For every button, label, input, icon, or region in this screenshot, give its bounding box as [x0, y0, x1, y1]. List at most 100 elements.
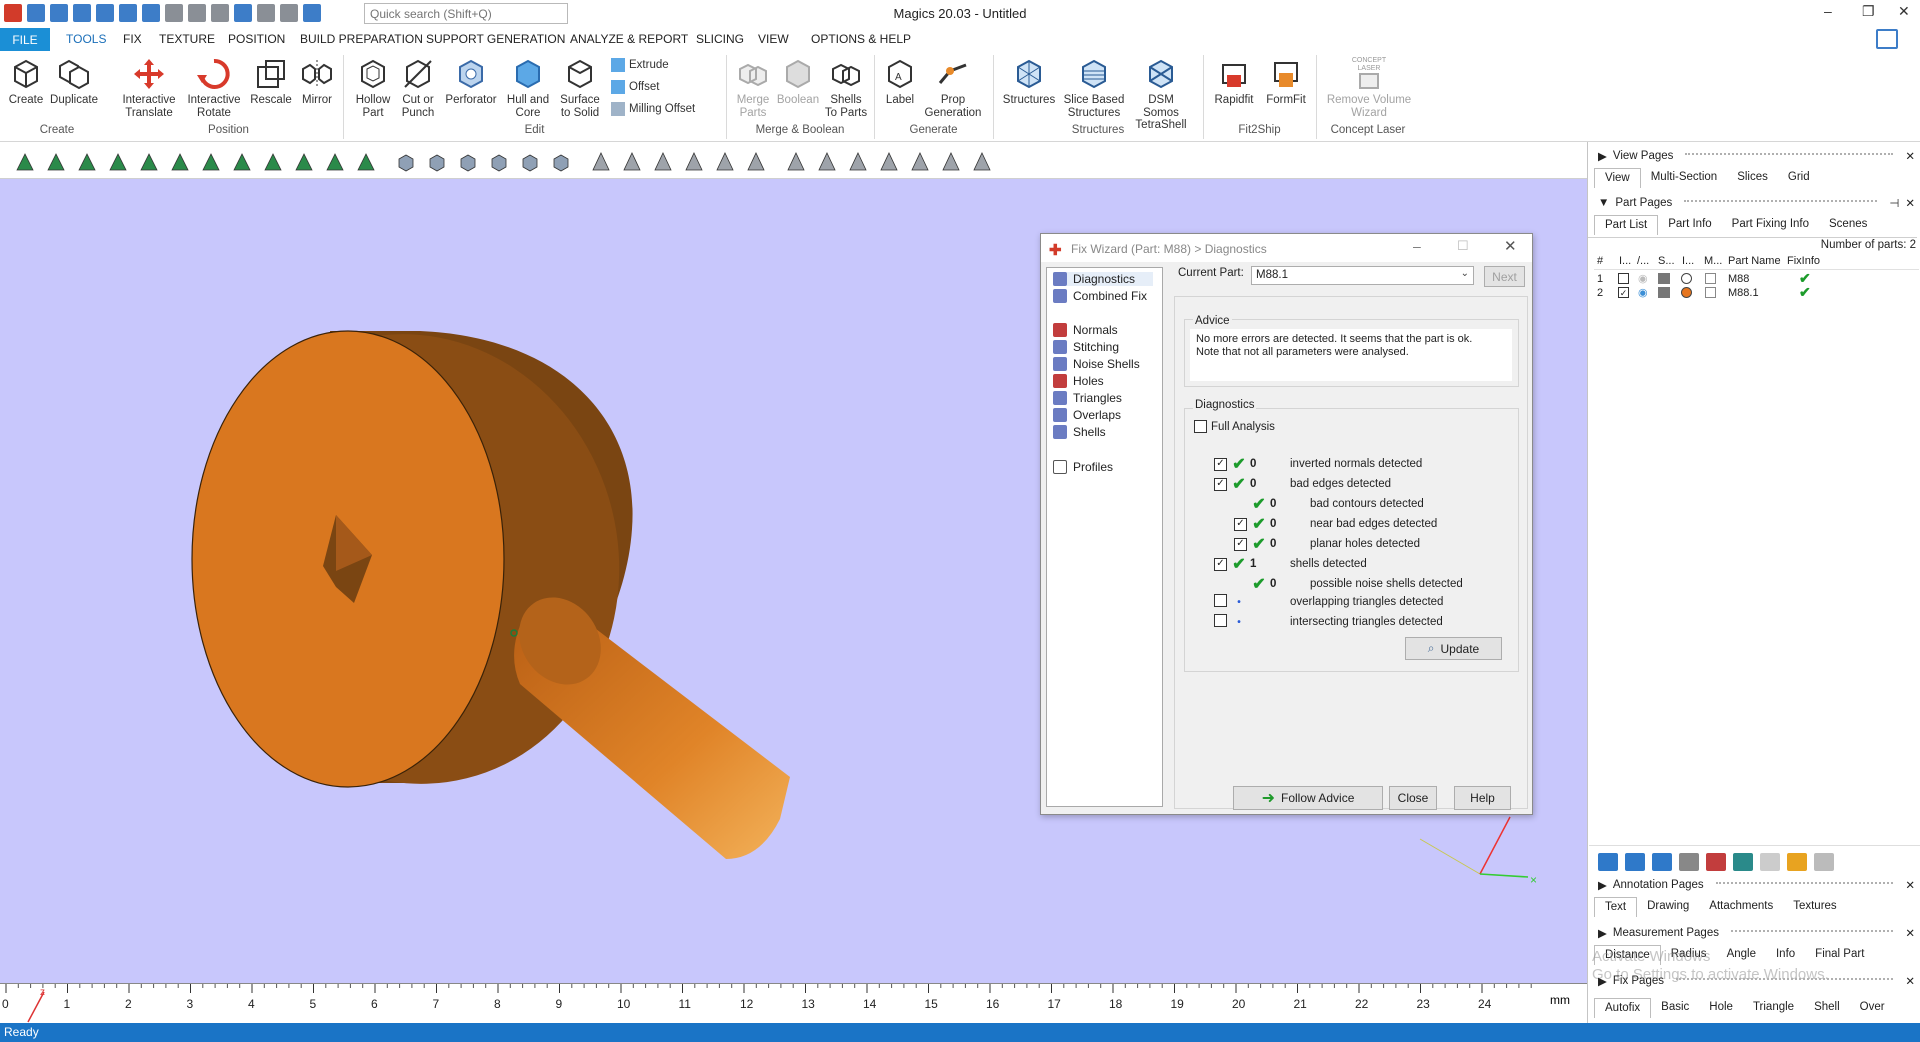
- view-pages-header[interactable]: ▶ View Pages ✕: [1588, 146, 1920, 166]
- help-button[interactable]: Help: [1454, 786, 1511, 810]
- mark-all-icon[interactable]: [745, 151, 767, 173]
- part-color-swatch[interactable]: [1681, 287, 1692, 298]
- minimize-icon[interactable]: –: [1824, 3, 1832, 19]
- select-plane-icon[interactable]: [45, 151, 67, 173]
- nav-shells[interactable]: Shells: [1053, 425, 1106, 439]
- next-button[interactable]: Next: [1484, 266, 1525, 287]
- tab-part-info[interactable]: Part Info: [1658, 215, 1721, 235]
- color-part-icon[interactable]: [1814, 853, 1834, 871]
- diagnostic-checkbox[interactable]: ✓: [1234, 537, 1247, 551]
- update-button[interactable]: ⌕ Update: [1405, 637, 1502, 660]
- col-visible[interactable]: /...: [1637, 255, 1649, 267]
- material-icon[interactable]: [1705, 287, 1716, 298]
- mirror-button[interactable]: Mirror: [297, 57, 337, 107]
- select-shell-icon[interactable]: [107, 151, 129, 173]
- formfit-button[interactable]: FormFit: [1262, 57, 1310, 107]
- menu-view[interactable]: VIEW: [758, 32, 789, 46]
- tab-basic[interactable]: Basic: [1651, 998, 1699, 1018]
- menu-fix[interactable]: FIX: [123, 32, 142, 46]
- prop-generation-button[interactable]: Prop Generation: [922, 57, 984, 119]
- perforator-button[interactable]: Perforator: [443, 57, 499, 107]
- tab-autofix[interactable]: Autofix: [1594, 998, 1652, 1018]
- view-back-icon[interactable]: [426, 151, 448, 173]
- interactive-rotate-button[interactable]: Interactive Rotate: [183, 57, 245, 119]
- select-surface-icon[interactable]: [76, 151, 98, 173]
- col-shading[interactable]: S...: [1658, 255, 1675, 267]
- select-triangle-icon[interactable]: [14, 151, 36, 173]
- fix-pages-header[interactable]: ▶ Fix Pages ✕: [1588, 971, 1920, 991]
- remove-volume-wizard-button[interactable]: CONCEPT LASER Remove Volume Wizard: [1324, 57, 1414, 119]
- scene-icon[interactable]: [1652, 853, 1672, 871]
- tab-attachments[interactable]: Attachments: [1699, 897, 1783, 917]
- mark-parts-icon[interactable]: [1625, 853, 1645, 871]
- shells-to-parts-button[interactable]: Shells To Parts: [823, 57, 869, 119]
- nav-overlaps[interactable]: Overlaps: [1053, 408, 1121, 422]
- include-checkbox[interactable]: [1618, 273, 1629, 284]
- rapidfit-button[interactable]: Rapidfit: [1210, 57, 1258, 107]
- pin-icon[interactable]: ⊣: [1889, 196, 1899, 210]
- duplicate-button[interactable]: Duplicate: [48, 57, 100, 107]
- hide-marked-icon[interactable]: [940, 151, 962, 173]
- structures-button[interactable]: Structures: [1000, 57, 1058, 107]
- part-pages-header[interactable]: ▼ Part Pages ⊣ ✕: [1588, 193, 1920, 213]
- mark-triangle-icon[interactable]: [590, 151, 612, 173]
- ribbon-display-icon[interactable]: [1876, 29, 1898, 49]
- tab-shell[interactable]: Shell: [1804, 998, 1850, 1018]
- restore-icon[interactable]: ❐: [1862, 3, 1875, 20]
- shading-icon[interactable]: [1658, 287, 1670, 298]
- menu-position[interactable]: POSITION: [228, 32, 285, 46]
- move-to-scene-icon[interactable]: [1733, 853, 1753, 871]
- close-pane-icon[interactable]: ✕: [1905, 196, 1920, 210]
- menu-options-help[interactable]: OPTIONS & HELP: [811, 32, 911, 46]
- col-info[interactable]: I...: [1682, 255, 1694, 267]
- view-left-icon[interactable]: [519, 151, 541, 173]
- col-material[interactable]: M...: [1704, 255, 1722, 267]
- slice-based-structures-button[interactable]: Slice Based Structures: [1062, 57, 1126, 119]
- mark-plane-icon[interactable]: [621, 151, 643, 173]
- grow-marking-icon[interactable]: [816, 151, 838, 173]
- col-include[interactable]: I...: [1619, 255, 1631, 267]
- nav-diagnostics[interactable]: Diagnostics: [1053, 272, 1153, 286]
- menu-analyze-report[interactable]: ANALYZE & REPORT: [570, 32, 688, 46]
- menu-build-preparation[interactable]: BUILD PREPARATION: [300, 32, 423, 46]
- view-front-icon[interactable]: [395, 151, 417, 173]
- dialog-close-icon[interactable]: ✕: [1504, 237, 1517, 255]
- menu-slicing[interactable]: SLICING: [696, 32, 744, 46]
- close-window-icon[interactable]: ✕: [1898, 3, 1910, 20]
- full-analysis-checkbox[interactable]: Full Analysis: [1194, 420, 1275, 433]
- boolean-button[interactable]: Boolean: [776, 57, 820, 107]
- view-top-icon[interactable]: [457, 151, 479, 173]
- hollow-part-button[interactable]: Hollow Part: [350, 57, 396, 119]
- expand-marking-icon[interactable]: [878, 151, 900, 173]
- tab-hole[interactable]: Hole: [1699, 998, 1743, 1018]
- dialog-maximize-icon[interactable]: ☐: [1457, 238, 1469, 254]
- rescale-button[interactable]: Rescale: [250, 57, 292, 107]
- view-bottom-icon[interactable]: [488, 151, 510, 173]
- mark-shell-icon[interactable]: [683, 151, 705, 173]
- tab-view[interactable]: View: [1594, 168, 1641, 188]
- unload-icon[interactable]: [1706, 853, 1726, 871]
- close-pane-icon[interactable]: ✕: [1905, 974, 1920, 988]
- tab-grid[interactable]: Grid: [1778, 168, 1820, 188]
- menu-tools[interactable]: TOOLS: [66, 32, 106, 46]
- follow-advice-button[interactable]: ➜ Follow Advice: [1233, 786, 1383, 810]
- tab-text[interactable]: Text: [1594, 897, 1638, 917]
- diagnostic-checkbox[interactable]: ✓: [1214, 557, 1227, 571]
- mark-surface-icon[interactable]: [652, 151, 674, 173]
- tab-part-list[interactable]: Part List: [1594, 215, 1659, 235]
- extrude-button[interactable]: Extrude: [611, 58, 669, 72]
- nav-noise-shells[interactable]: Noise Shells: [1053, 357, 1140, 371]
- hide-part-icon[interactable]: [1787, 853, 1807, 871]
- hull-and-core-button[interactable]: Hull and Core: [503, 57, 553, 119]
- tab-scenes[interactable]: Scenes: [1819, 215, 1877, 235]
- diagnostic-checkbox[interactable]: [1214, 594, 1227, 607]
- select-sphere-icon[interactable]: [355, 151, 377, 173]
- offset-button[interactable]: Offset: [611, 80, 659, 94]
- material-icon[interactable]: [1705, 273, 1716, 284]
- tab-drawing[interactable]: Drawing: [1637, 897, 1699, 917]
- nav-combined-fix[interactable]: Combined Fix: [1053, 289, 1147, 303]
- part-row[interactable]: 2 M88.1 ✓ ◉ ✔: [1594, 284, 1914, 301]
- close-pane-icon[interactable]: ✕: [1905, 878, 1920, 892]
- shrink-marking-icon[interactable]: [847, 151, 869, 173]
- visibility-eye-icon[interactable]: ◉: [1638, 272, 1648, 285]
